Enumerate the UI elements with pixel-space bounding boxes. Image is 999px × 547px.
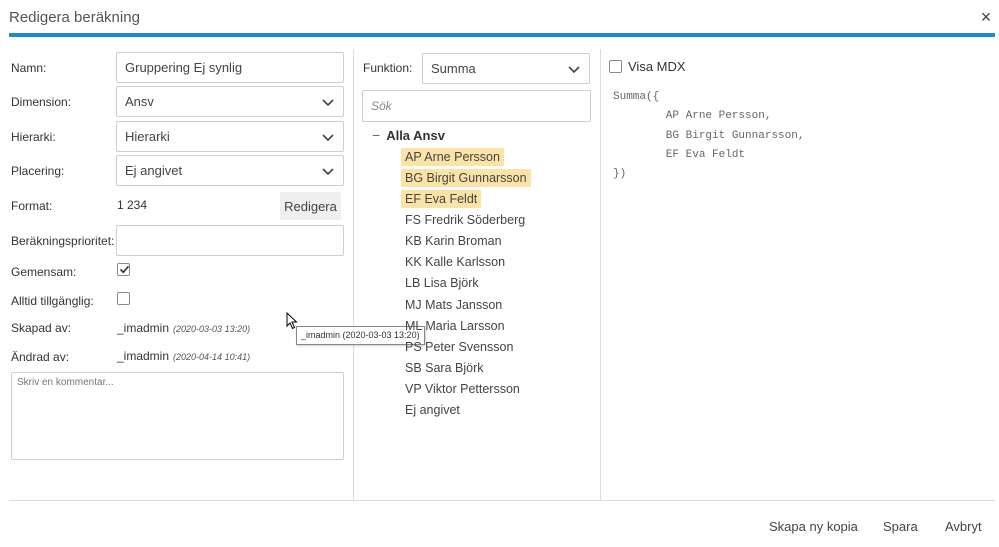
member-list: AP Arne Persson BG Birgit Gunnarsson EF …: [401, 146, 531, 421]
always-available-label: Alltid tillgänglig:: [11, 294, 94, 308]
tree-root-label: Alla Ansv: [386, 127, 445, 143]
name-label: Namn:: [11, 61, 47, 75]
changed-info: _imadmin (2020-04-14 10:41): [117, 349, 250, 363]
hierarchy-label: Hierarki:: [11, 130, 56, 144]
placement-label: Placering:: [11, 164, 65, 178]
shared-label: Gemensam:: [11, 265, 77, 279]
create-copy-button[interactable]: Skapa ny kopia: [769, 519, 858, 534]
tree-item-label[interactable]: VP Viktor Pettersson: [401, 380, 524, 398]
created-info: _imadmin (2020-03-03 13:20): [117, 321, 250, 335]
created-user: _imadmin: [117, 321, 170, 335]
tree-root[interactable]: − Alla Ansv: [372, 127, 445, 143]
tree-item-label[interactable]: AP Arne Persson: [401, 147, 504, 166]
dimension-value: Ansv: [125, 94, 154, 109]
tree-item[interactable]: Ej angivet: [401, 400, 531, 421]
tree-item-label[interactable]: SB Sara Björk: [401, 359, 488, 377]
chevron-down-icon: [321, 95, 335, 109]
show-mdx-checkbox[interactable]: [609, 60, 622, 73]
always-available-checkbox[interactable]: [117, 292, 130, 305]
name-field[interactable]: [116, 52, 344, 83]
mdx-code: Summa({ AP Arne Persson, BG Birgit Gunna…: [613, 91, 805, 181]
show-mdx-label: Visa MDX: [628, 59, 686, 74]
comment-textarea[interactable]: Skriv en kommentar...: [11, 372, 344, 460]
tree-item[interactable]: VP Viktor Pettersson: [401, 379, 531, 400]
created-label: Skapad av:: [11, 321, 72, 335]
dialog-header: Redigera beräkning ×: [0, 0, 999, 35]
hierarchy-select[interactable]: Hierarki: [116, 121, 344, 152]
placement-value: Ej angivet: [125, 163, 183, 178]
dimension-label: Dimension:: [11, 95, 72, 109]
priority-label: Beräkningsprioritet:: [11, 234, 115, 248]
cancel-button[interactable]: Avbryt: [945, 519, 982, 534]
hierarchy-value: Hierarki: [125, 129, 170, 144]
tree-item[interactable]: FS Fredrik Söderberg: [401, 209, 531, 230]
footer-divider: [9, 500, 995, 501]
changed-user: _imadmin: [117, 349, 170, 363]
show-mdx-toggle[interactable]: Visa MDX: [609, 59, 686, 74]
tree-item[interactable]: KB Karin Broman: [401, 231, 531, 252]
tree-item-label[interactable]: BG Birgit Gunnarsson: [401, 168, 531, 187]
tree-item[interactable]: LB Lisa Björk: [401, 273, 531, 294]
tree-item-label[interactable]: KB Karin Broman: [401, 232, 506, 250]
shared-checkbox[interactable]: [117, 263, 130, 276]
header-accent-rule: [9, 33, 995, 37]
tree-item[interactable]: KK Kalle Karlsson: [401, 252, 531, 273]
function-value: Summa: [431, 61, 476, 76]
dialog-title: Redigera beräkning: [9, 9, 140, 26]
save-button[interactable]: Spara: [883, 519, 918, 534]
tree-item[interactable]: EF Eva Feldt: [401, 188, 531, 209]
tree-item-label[interactable]: LB Lisa Björk: [401, 274, 483, 292]
checkmark-icon: [119, 265, 130, 274]
tree-item-label[interactable]: KK Kalle Karlsson: [401, 253, 509, 271]
priority-field[interactable]: [116, 225, 344, 256]
tree-item-label[interactable]: EF Eva Feldt: [401, 189, 482, 208]
changed-timestamp: (2020-04-14 10:41): [173, 352, 251, 362]
tree-item-label[interactable]: Ej angivet: [401, 401, 464, 419]
tree-item[interactable]: BG Birgit Gunnarsson: [401, 167, 531, 188]
collapse-icon[interactable]: −: [372, 127, 380, 143]
tree-item[interactable]: MJ Mats Jansson: [401, 294, 531, 315]
chevron-down-icon: [567, 62, 581, 76]
mouse-cursor-icon: [286, 311, 298, 333]
format-edit-button[interactable]: Redigera: [280, 192, 341, 220]
close-icon[interactable]: ×: [978, 8, 994, 26]
column-divider-right: [600, 49, 601, 500]
name-input[interactable]: [125, 60, 335, 75]
placement-select[interactable]: Ej angivet: [116, 155, 344, 186]
dimension-select[interactable]: Ansv: [116, 86, 344, 117]
column-divider-left: [353, 49, 354, 500]
tree-item-label[interactable]: ML Maria Larsson: [401, 317, 509, 335]
tree-item-label[interactable]: MJ Mats Jansson: [401, 296, 506, 314]
tree-item[interactable]: PS Peter Svensson: [401, 336, 531, 357]
format-label: Format:: [11, 199, 53, 213]
function-select[interactable]: Summa: [422, 53, 590, 84]
format-value: 1 234: [117, 198, 148, 212]
tree-item[interactable]: SB Sara Björk: [401, 357, 531, 378]
member-search-input[interactable]: Sök: [362, 90, 591, 122]
created-timestamp: (2020-03-03 13:20): [173, 324, 251, 334]
chevron-down-icon: [321, 164, 335, 178]
tree-item-label[interactable]: PS Peter Svensson: [401, 338, 517, 356]
tree-item[interactable]: ML Maria Larsson: [401, 315, 531, 336]
chevron-down-icon: [321, 130, 335, 144]
changed-label: Ändrad av:: [11, 350, 70, 364]
priority-input[interactable]: [125, 233, 335, 248]
tree-item-label[interactable]: FS Fredrik Söderberg: [401, 211, 529, 229]
function-label: Funktion:: [363, 61, 413, 75]
tree-item[interactable]: AP Arne Persson: [401, 146, 531, 167]
